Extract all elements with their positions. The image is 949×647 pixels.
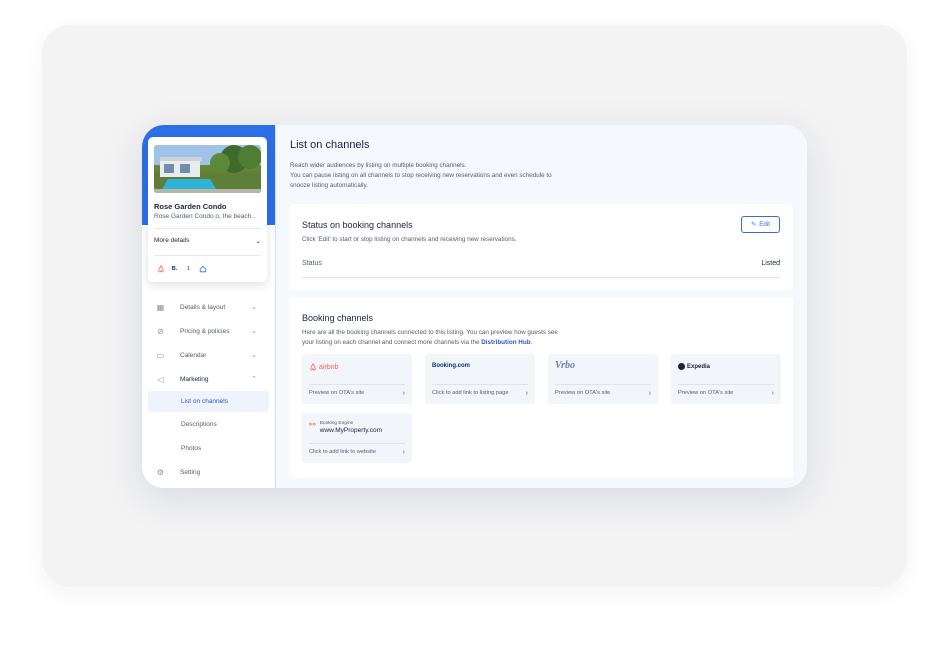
status-panel-subtitle: Click 'Edit' to start or stop listing on… — [302, 236, 517, 243]
property-subtitle: Rose Garden Condo o, the beach... — [154, 213, 257, 220]
channel-card-footer: Preview on OTA's site › — [309, 390, 405, 397]
chevron-right-icon: › — [402, 390, 405, 397]
main-content: List on channels Reach wider audiences b… — [276, 125, 807, 488]
sidebar: Rose Garden Condo Rose Garden Condo o, t… — [142, 125, 276, 488]
divider — [555, 384, 651, 385]
edit-button-label: Edit — [759, 221, 771, 228]
channel-card-footer-text: Click to add link to listing page — [432, 390, 509, 396]
status-value: Listed — [761, 260, 780, 267]
sidebar-item-details-layout[interactable]: ▦ Details & layout ⌄ — [142, 295, 275, 319]
airbnb-icon — [156, 264, 165, 273]
chevron-right-icon: › — [525, 390, 528, 397]
expedia-logo-text: Expedia — [687, 363, 711, 370]
sidebar-subitem-descriptions[interactable]: Descriptions — [142, 412, 275, 436]
divider — [154, 255, 261, 256]
status-label: Status — [302, 260, 322, 267]
chevron-down-icon: ⌄ — [251, 304, 257, 311]
sidebar-item-label: Setting — [180, 468, 201, 476]
grid-icon: ▦ — [156, 302, 165, 312]
divider — [302, 277, 780, 278]
sidebar-subitem-list-on-channels[interactable]: List on channels — [148, 391, 269, 412]
booking-engine-logo: ⚯ Booking Engine www.MyProperty.com — [309, 420, 383, 435]
property-card[interactable]: Rose Garden Condo Rose Garden Condo o, t… — [148, 137, 267, 282]
booking-engine-label: Booking Engine — [319, 421, 354, 426]
sidebar-nav: ▦ Details & layout ⌄ ⊘ Pricing & policie… — [142, 295, 275, 484]
divider — [309, 443, 405, 444]
channel-card-airbnb[interactable]: airbnb Preview on OTA's site › — [302, 354, 412, 404]
booking-channels-subtitle-line: Here are all the booking channels connec… — [302, 329, 558, 336]
page-description-line: Reach wider audiences by listing on mult… — [290, 162, 467, 169]
vrbo-logo: Vrbo — [555, 360, 576, 371]
airbnb-logo: airbnb — [309, 363, 338, 371]
page-title: List on channels — [290, 139, 370, 151]
sidebar-item-label: Calendar — [180, 351, 207, 359]
booking-logo: Booking.com — [432, 363, 471, 369]
page-description: Reach wider audiences by listing on mult… — [290, 161, 610, 191]
booking-channels-title: Booking channels — [302, 313, 374, 323]
sidebar-item-label: Pricing & policies — [180, 327, 230, 335]
chevron-down-icon: ⌄ — [255, 238, 261, 245]
chevron-down-icon: ⌄ — [251, 328, 257, 335]
divider — [154, 228, 261, 229]
channel-card-vrbo[interactable]: Vrbo Preview on OTA's site › — [548, 354, 658, 404]
divider — [432, 384, 528, 385]
chevron-right-icon: › — [771, 390, 774, 397]
chevron-right-icon: › — [648, 390, 651, 397]
page-description-line: snooze listing automatically. — [290, 182, 368, 189]
sidebar-item-marketing[interactable]: ◁ Marketing ⌃ — [142, 367, 275, 391]
booking-channels-subtitle-line: your listing on each channel and connect… — [302, 338, 480, 346]
airbnb-logo-text: airbnb — [319, 363, 339, 371]
channel-card-expedia[interactable]: Expedia Preview on OTA's site › — [671, 354, 781, 404]
status-panel-title: Status on booking channels — [302, 220, 413, 230]
booking-channels-subtitle: Here are all the booking channels connec… — [302, 328, 558, 347]
booking-engine-icon: ⚯ — [309, 420, 316, 429]
property-title: Rose Garden Condo — [154, 202, 227, 211]
channel-card-footer-text: Preview on OTA's site — [309, 390, 365, 396]
channel-card-footer: Preview on OTA's site › — [555, 390, 651, 397]
chevron-down-icon: ⌄ — [251, 352, 257, 359]
sidebar-item-label: Marketing — [180, 375, 209, 383]
channel-one-badge: 1 — [186, 265, 191, 272]
chevron-right-icon: › — [402, 449, 405, 456]
divider — [309, 384, 405, 385]
channel-card-booking[interactable]: Booking.com Click to add link to listing… — [425, 354, 535, 404]
home-icon — [198, 264, 207, 273]
chevron-up-icon: ⌃ — [251, 376, 257, 383]
booking-badge: B. — [171, 265, 178, 272]
pencil-icon: ✎ — [750, 221, 757, 228]
channel-card-footer-text: Preview on OTA's site — [555, 390, 611, 396]
expedia-logo: Expedia — [678, 363, 710, 370]
channel-card-footer-text: Preview on OTA's site — [678, 390, 734, 396]
divider — [678, 384, 774, 385]
property-photo — [154, 145, 261, 193]
sidebar-item-label: Details & layout — [180, 303, 226, 311]
status-panel: Status on booking channels Click 'Edit' … — [289, 204, 793, 290]
app-window: Rose Garden Condo Rose Garden Condo o, t… — [142, 125, 807, 488]
channel-card-footer-text: Click to add link to website — [309, 449, 377, 455]
channel-card-footer: Click to add link to website › — [309, 449, 405, 456]
channel-card-footer: Click to add link to listing page › — [432, 390, 528, 397]
sidebar-item-setting[interactable]: ⚙ Setting — [142, 460, 275, 484]
calendar-icon: ▭ — [156, 350, 165, 360]
channel-card-booking-engine[interactable]: ⚯ Booking Engine www.MyProperty.com Clic… — [302, 413, 412, 463]
property-channel-badges: B. 1 — [156, 264, 207, 273]
channel-card-footer: Preview on OTA's site › — [678, 390, 774, 397]
booking-channels-panel: Booking channels Here are all the bookin… — [289, 297, 793, 478]
tag-icon: ⊘ — [157, 326, 164, 336]
sidebar-item-calendar[interactable]: ▭ Calendar ⌄ — [142, 343, 275, 367]
status-row: Status Listed — [302, 260, 780, 267]
megaphone-icon: ◁ — [157, 374, 164, 384]
expedia-icon — [678, 363, 685, 370]
period: . — [530, 338, 533, 346]
sidebar-subitem-photos[interactable]: Photos — [142, 436, 275, 460]
more-details-label: More details — [154, 237, 190, 244]
more-details-toggle[interactable]: More details ⌄ — [154, 237, 261, 245]
distribution-hub-link[interactable]: Distribution Hub — [481, 339, 530, 346]
booking-engine-url: www.MyProperty.com — [319, 427, 383, 434]
sidebar-item-pricing-policies[interactable]: ⊘ Pricing & policies ⌄ — [142, 319, 275, 343]
page-description-line: You can pause listing on all channels to… — [290, 172, 552, 179]
edit-button[interactable]: ✎ Edit — [741, 216, 780, 233]
gear-icon: ⚙ — [156, 467, 165, 477]
